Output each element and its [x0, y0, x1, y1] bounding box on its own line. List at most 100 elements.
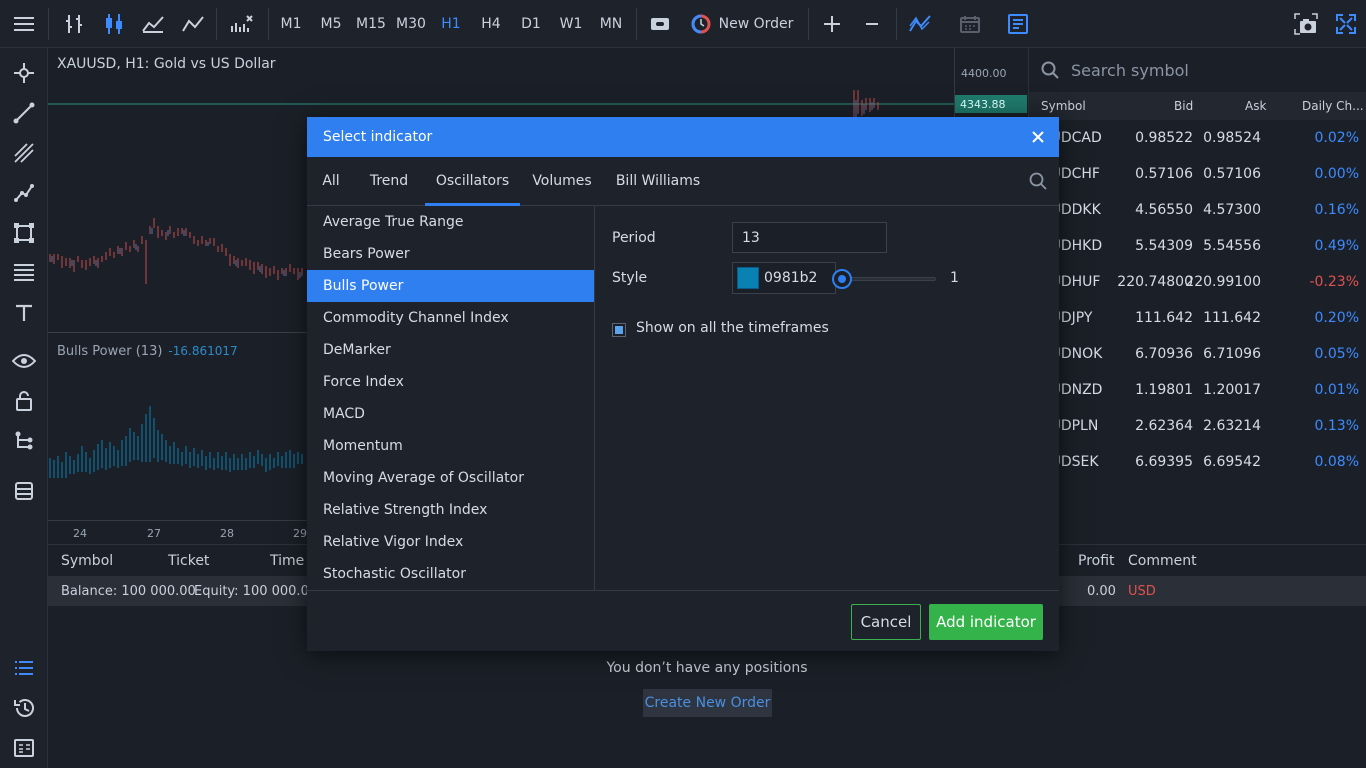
- crosshair-icon[interactable]: [0, 53, 48, 93]
- indicator-list-item[interactable]: Moving Average of Oscillator: [307, 462, 594, 494]
- watchlist-row[interactable]: AUDDKK 4.56550 4.57300 0.16%: [1029, 193, 1366, 229]
- close-icon[interactable]: [1029, 128, 1047, 146]
- show-all-timeframes-checkbox[interactable]: [612, 323, 626, 337]
- timeframe-h4[interactable]: H4: [471, 0, 511, 48]
- menu-icon[interactable]: [4, 0, 44, 48]
- text-icon[interactable]: [0, 293, 48, 333]
- trend-line-icon[interactable]: [0, 93, 48, 133]
- col-ask[interactable]: Ask: [1245, 99, 1266, 113]
- cancel-button[interactable]: Cancel: [851, 604, 921, 640]
- watchlist-row[interactable]: AUDNZD 1.19801 1.20017 0.01%: [1029, 373, 1366, 409]
- trade-link-icon[interactable]: [644, 0, 676, 48]
- bar-chart-icon[interactable]: [56, 0, 92, 48]
- line-chart-icon[interactable]: [174, 0, 212, 48]
- current-price-badge: 4343.88: [955, 95, 1027, 113]
- indicator-list-item[interactable]: Bears Power: [307, 238, 594, 270]
- watchlist-row[interactable]: AUDPLN 2.62364 2.63214 0.13%: [1029, 409, 1366, 445]
- line-width-slider-knob[interactable]: [832, 269, 852, 289]
- tab-oscillators[interactable]: Oscillators: [425, 157, 520, 206]
- indicator-list-item[interactable]: Relative Vigor Index: [307, 526, 594, 558]
- line-width-slider-track[interactable]: [848, 277, 936, 281]
- watchlist-ask: 1.20017: [1203, 382, 1261, 398]
- watchlist-row[interactable]: AUDCAD 0.98522 0.98524 0.02%: [1029, 121, 1366, 157]
- trend-lines-icon[interactable]: [902, 0, 938, 48]
- watchlist-row[interactable]: AUDNOK 6.70936 6.71096 0.05%: [1029, 337, 1366, 373]
- add-indicator-button[interactable]: Add indicator: [929, 604, 1043, 640]
- symbol-search[interactable]: Search symbol: [1029, 48, 1366, 92]
- timeframe-m30[interactable]: M30: [391, 0, 431, 48]
- show-all-timeframes-label[interactable]: Show on all the timeframes: [636, 320, 829, 336]
- indicator-pane-label: Bulls Power (13) -16.861017: [57, 344, 238, 359]
- create-new-order-button[interactable]: Create New Order: [643, 689, 772, 717]
- indicators-icon[interactable]: [222, 0, 262, 48]
- timeframe-mn[interactable]: MN: [591, 0, 631, 48]
- fibonacci-icon[interactable]: [0, 253, 48, 293]
- watchlist-change: -0.23%: [1309, 274, 1359, 290]
- history-icon[interactable]: [0, 688, 48, 728]
- shapes-icon[interactable]: [0, 213, 48, 253]
- indicator-list-item[interactable]: DeMarker: [307, 334, 594, 366]
- tab-trend[interactable]: Trend: [363, 157, 415, 205]
- indicator-list-item[interactable]: MACD: [307, 398, 594, 430]
- col-daily-change[interactable]: Daily Ch...: [1302, 99, 1364, 113]
- col-symbol[interactable]: Symbol: [1041, 99, 1086, 113]
- tab-bill-williams[interactable]: Bill Williams: [612, 157, 704, 205]
- polyline-icon[interactable]: [0, 173, 48, 213]
- watchlist-row[interactable]: AUDHUF 220.74800 220.99100 -0.23%: [1029, 265, 1366, 301]
- timeframe-m5[interactable]: M5: [311, 0, 351, 48]
- object-tree-icon[interactable]: [0, 421, 48, 461]
- col-comment[interactable]: Comment: [1128, 553, 1197, 569]
- search-icon[interactable]: [1029, 172, 1047, 194]
- watchlist-row[interactable]: AUDJPY 111.642 111.642 0.20%: [1029, 301, 1366, 337]
- watchlist-change: 0.20%: [1314, 310, 1359, 326]
- period-input[interactable]: 13: [732, 222, 887, 253]
- bulls-power-histogram: [49, 406, 303, 478]
- timeframe-m15[interactable]: M15: [351, 0, 391, 48]
- col-symbol[interactable]: Symbol: [61, 553, 113, 569]
- tab-all[interactable]: All: [315, 157, 347, 205]
- screenshot-icon[interactable]: [1288, 0, 1324, 48]
- timeframe-h1[interactable]: H1: [431, 0, 471, 48]
- channel-icon[interactable]: [0, 133, 48, 173]
- timeframe-m1[interactable]: M1: [271, 0, 311, 48]
- watchlist-row[interactable]: AUDHKD 5.54309 5.54556 0.49%: [1029, 229, 1366, 265]
- indicator-list-item[interactable]: Force Index: [307, 366, 594, 398]
- col-bid[interactable]: Bid: [1174, 99, 1193, 113]
- watchlist-change: 0.02%: [1314, 130, 1359, 146]
- indicator-list-item[interactable]: Commodity Channel Index: [307, 302, 594, 334]
- indicator-name: Bulls Power (13): [57, 344, 163, 359]
- col-ticket[interactable]: Ticket: [168, 553, 209, 569]
- col-profit[interactable]: Profit: [1078, 553, 1115, 569]
- candlestick-icon[interactable]: [96, 0, 132, 48]
- calendar-icon[interactable]: [952, 0, 988, 48]
- fullscreen-icon[interactable]: [1328, 0, 1364, 48]
- color-picker[interactable]: 0981b2: [732, 262, 836, 294]
- indicator-list-icon[interactable]: [1000, 0, 1036, 48]
- watchlist-ask: 5.54556: [1203, 238, 1261, 254]
- timeframe-d1[interactable]: D1: [511, 0, 551, 48]
- top-toolbar: M1 M5 M15 M30 H1 H4 D1 W1 MN New Order: [0, 0, 1366, 48]
- indicator-list-item[interactable]: Momentum: [307, 430, 594, 462]
- watchlist-row[interactable]: AUDCHF 0.57106 0.57106 0.00%: [1029, 157, 1366, 193]
- zoom-in-icon[interactable]: [814, 0, 850, 48]
- tab-volumes[interactable]: Volumes: [529, 157, 595, 205]
- watchlist-bid: 1.19801: [1135, 382, 1193, 398]
- eye-icon[interactable]: [0, 341, 48, 381]
- new-order-button[interactable]: New Order: [690, 0, 794, 48]
- positions-list-icon[interactable]: [0, 648, 48, 688]
- zoom-out-icon[interactable]: [854, 0, 890, 48]
- dialog-header: Select indicator: [307, 117, 1059, 157]
- indicator-list-item[interactable]: Stochastic Oscillator: [307, 558, 594, 590]
- indicator-list-item[interactable]: Bulls Power: [307, 270, 594, 302]
- timeframe-w1[interactable]: W1: [551, 0, 591, 48]
- templates-icon[interactable]: [0, 471, 48, 511]
- lock-icon[interactable]: [0, 381, 48, 421]
- journal-icon[interactable]: [0, 728, 48, 768]
- watchlist-row[interactable]: AUDSEK 6.69395 6.69542 0.08%: [1029, 445, 1366, 481]
- indicator-list-item[interactable]: Relative Strength Index: [307, 494, 594, 526]
- currency-label: USD: [1128, 584, 1156, 599]
- watchlist-bid: 220.74800: [1117, 274, 1193, 290]
- col-time[interactable]: Time: [270, 553, 304, 569]
- indicator-list-item[interactable]: Average True Range: [307, 206, 594, 238]
- area-chart-icon[interactable]: [134, 0, 172, 48]
